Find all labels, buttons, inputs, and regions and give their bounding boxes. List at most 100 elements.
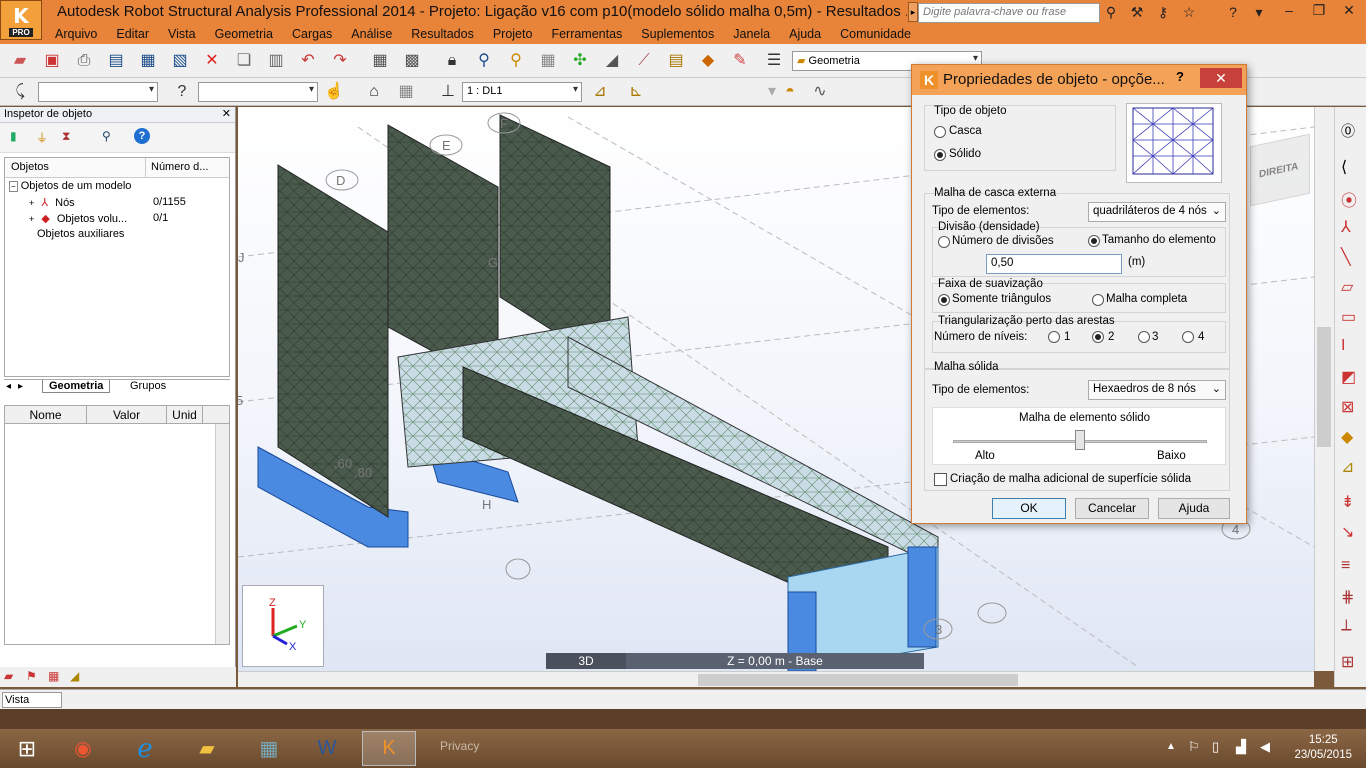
tables-icon[interactable]: ▩ [400, 49, 424, 73]
radio-casca[interactable] [934, 126, 946, 138]
radio-full-mesh[interactable] [1092, 294, 1104, 306]
menu-item-projeto[interactable]: Projeto [493, 27, 552, 41]
i-section-icon[interactable]: I [1341, 337, 1345, 355]
axes-icon[interactable]: ✣ [568, 49, 592, 73]
key-icon[interactable]: ⚷ [1154, 3, 1172, 21]
expand-icon[interactable]: + [29, 214, 34, 224]
print-icon[interactable]: ⎙ [72, 49, 96, 73]
display-icon[interactable]: ▰ [4, 669, 13, 683]
menu-item-resultados[interactable]: Resultados [411, 27, 493, 41]
menu-item-cargas[interactable]: Cargas [292, 27, 351, 41]
structure-icon[interactable]: ⟋ [632, 49, 656, 73]
redo-icon[interactable]: ↷ [328, 49, 352, 73]
flag-icon[interactable]: ⚑ [26, 669, 37, 683]
radio-solido[interactable] [934, 149, 946, 161]
radio-level-4[interactable] [1182, 331, 1194, 343]
layers-icon[interactable]: ▤ [664, 49, 688, 73]
view-icon[interactable]: ▦ [394, 80, 418, 104]
dialog-title-bar[interactable]: K Propriedades de objeto - opçõe... ? ✕ [912, 65, 1246, 95]
calc-run-icon[interactable]: ▦ [536, 49, 560, 73]
word-icon[interactable]: W [300, 731, 354, 766]
mesh-icon[interactable]: ⊿ [1341, 457, 1354, 477]
binoculars-icon[interactable]: ⚲ [1102, 3, 1120, 21]
panel-icon[interactable]: ◢ [70, 669, 79, 683]
filter-combo[interactable]: ▾ [198, 82, 318, 102]
radio-level-1[interactable] [1048, 331, 1060, 343]
menu-item-analise[interactable]: Análise [351, 27, 411, 41]
calculator-icon[interactable]: ▦ [368, 49, 392, 73]
view-cube[interactable]: DIREITA [1250, 133, 1310, 207]
expand-icon[interactable]: + [29, 198, 34, 208]
mesh-density-slider[interactable] [1075, 430, 1085, 450]
wave-icon[interactable]: ∿ [808, 80, 832, 104]
tab-geometria[interactable]: Geometria [42, 380, 111, 393]
additional-mesh-checkbox[interactable] [934, 473, 947, 486]
work-plane-label[interactable]: Z = 0,00 m - Base [626, 653, 924, 669]
robot-taskbar-icon[interactable]: K [362, 731, 416, 766]
search-icon[interactable]: ⚲ [102, 129, 111, 143]
menu-item-ferramentas[interactable]: Ferramentas [551, 27, 641, 41]
menu-item-vista[interactable]: Vista [168, 27, 215, 41]
collapse-icon[interactable]: − [9, 181, 18, 192]
solid-icon[interactable]: ◩ [1341, 367, 1356, 387]
chrome-icon[interactable]: ◉ [56, 731, 110, 766]
file-explorer-icon[interactable]: ▰ [180, 731, 234, 766]
selection-combo[interactable]: ▾ [38, 82, 158, 102]
minimize-button[interactable]: – [1274, 0, 1304, 22]
control-panel-icon[interactable]: ▦ [242, 731, 296, 766]
load-icon[interactable]: ⇟ [1341, 492, 1354, 512]
screen-capture-icon[interactable]: ▧ [168, 49, 192, 73]
clock[interactable]: 15:25 23/05/2015 [1294, 733, 1352, 763]
tools-icon[interactable]: ⚒ [1128, 3, 1146, 21]
loads-icon[interactable]: ⊿ [588, 80, 612, 104]
paste-icon[interactable]: ▥ [264, 49, 288, 73]
help-button[interactable]: Ajuda [1158, 498, 1230, 519]
book-icon[interactable]: ▤ [104, 49, 128, 73]
close-button[interactable]: ✕ [1334, 0, 1364, 22]
undo-icon[interactable]: ↶ [296, 49, 320, 73]
copy-icon[interactable]: ❏ [232, 49, 256, 73]
tab-grupos[interactable]: Grupos [124, 380, 172, 392]
box-icon[interactable]: ◆ [696, 49, 720, 73]
radio-number-of-divisions[interactable] [938, 236, 950, 248]
open-icon[interactable]: ▰ [8, 49, 32, 73]
save-icon[interactable]: ▣ [40, 49, 64, 73]
layout-list-icon[interactable]: ☰ [762, 49, 786, 73]
radio-level-3[interactable] [1138, 331, 1150, 343]
tab-prev-icon[interactable]: ◂ [6, 381, 11, 392]
tree-row-model-objects[interactable]: − Objetos de um modelo [9, 180, 131, 192]
star-icon[interactable]: ☆ [1180, 3, 1198, 21]
bar-icon[interactable]: ⦿ [1341, 187, 1357, 211]
cable-icon[interactable]: ⟂ [1341, 617, 1352, 635]
tree-row-volumes[interactable]: + ◆ Objetos volu... [29, 212, 127, 225]
line-icon[interactable]: ╲ [1341, 247, 1351, 267]
wrench-icon[interactable]: ✎ [728, 49, 752, 73]
help-icon[interactable]: ? [134, 128, 150, 144]
viewport-horizontal-scrollbar[interactable] [238, 671, 1314, 687]
release-icon[interactable]: ⊠ [1341, 397, 1354, 417]
app-logo[interactable]: K PRO [0, 0, 42, 40]
radio-element-size[interactable] [1088, 235, 1100, 247]
dialog-help-button[interactable]: ? [1176, 69, 1184, 84]
radio-level-2[interactable] [1092, 331, 1104, 343]
query-icon[interactable]: ? [170, 80, 194, 104]
battery-icon[interactable]: ▯ [1212, 739, 1219, 755]
title-more-button[interactable]: ▸ [908, 2, 918, 22]
lock-icon[interactable]: 🔒︎ [440, 49, 464, 73]
hourglass-icon[interactable]: ⧗ [62, 129, 70, 144]
chevron-down-icon[interactable]: ▾ [1250, 3, 1268, 21]
rebar-icon[interactable]: ≡ [1341, 557, 1350, 575]
help-icon[interactable]: ? [1224, 3, 1242, 21]
menu-item-arquivo[interactable]: Arquivo [55, 27, 116, 41]
hand-query-icon[interactable]: ☝ [322, 80, 346, 104]
plate-icon[interactable]: ▭ [1341, 307, 1356, 327]
menu-item-editar[interactable]: Editar [116, 27, 168, 41]
view-mode-label[interactable]: 3D [546, 653, 626, 669]
viewport-vertical-scrollbar[interactable] [1314, 107, 1334, 671]
grid-icon[interactable]: ⋕ [1341, 587, 1354, 607]
element-size-input[interactable]: 0,50 [986, 254, 1122, 274]
load-case-icon[interactable]: ⊥ [436, 80, 460, 104]
hard-hat-icon[interactable]: ◓ [778, 80, 802, 104]
menu-item-suplementos[interactable]: Suplementos [641, 27, 733, 41]
support-icon[interactable]: ⅄ [1341, 217, 1351, 237]
